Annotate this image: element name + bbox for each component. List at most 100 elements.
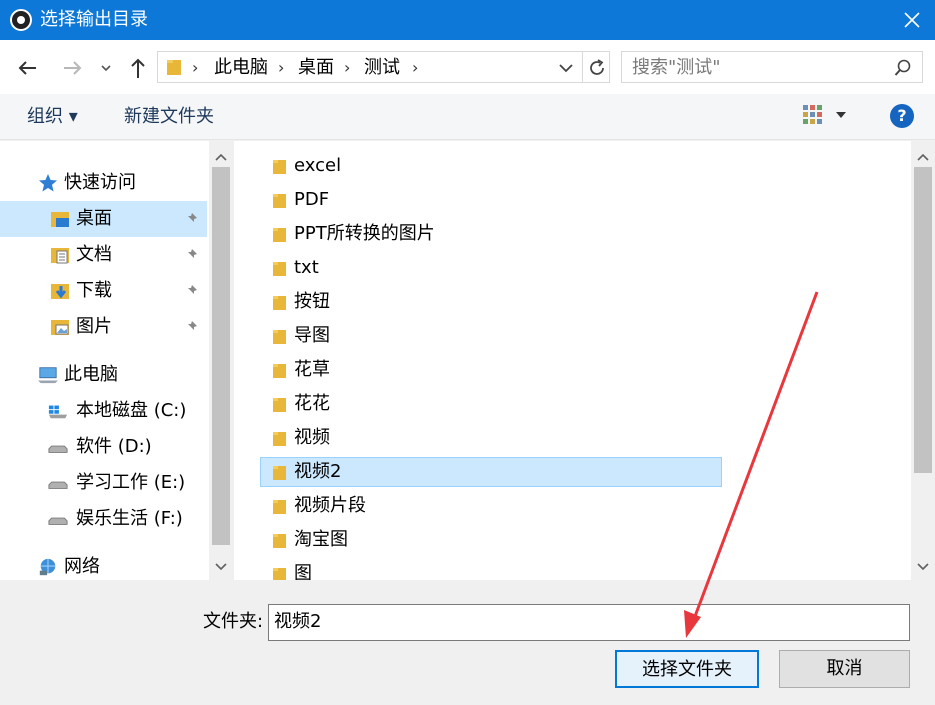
nav-item-downloads[interactable]: 下载 <box>0 273 207 309</box>
address-history-chevron-icon[interactable] <box>556 60 576 76</box>
back-button[interactable] <box>14 54 42 82</box>
breadcrumb-test[interactable]: 测试 <box>364 56 400 80</box>
up-arrow-icon <box>131 58 145 78</box>
network-icon <box>39 558 56 576</box>
nav-scrollbar[interactable] <box>209 141 233 580</box>
up-button[interactable] <box>124 54 152 82</box>
pin-icon[interactable] <box>186 211 202 227</box>
breadcrumb-separator: › <box>412 58 419 77</box>
folder-item-label: 按钮 <box>294 291 330 312</box>
nav-label: 快速访问 <box>64 172 136 193</box>
pin-icon[interactable] <box>186 319 202 335</box>
folder-item[interactable]: 图 <box>260 559 722 580</box>
breadcrumb-this-pc[interactable]: 此电脑 <box>214 56 268 80</box>
folder-item[interactable]: excel <box>260 151 722 181</box>
title-bar: 选择输出目录 <box>0 0 935 40</box>
folder-icon <box>167 60 181 75</box>
address-row: › 此电脑 › 桌面 › 测试 › 搜索"测试" <box>0 40 935 94</box>
nav-item-drive-c[interactable]: 本地磁盘 (C:) <box>0 393 207 429</box>
refresh-icon[interactable] <box>586 57 608 79</box>
search-icon[interactable] <box>894 59 912 77</box>
nav-label: 下载 <box>76 280 112 301</box>
view-dropdown-icon <box>836 112 846 118</box>
view-grid-icon <box>803 105 822 124</box>
close-button[interactable] <box>889 0 935 40</box>
scroll-up-icon[interactable] <box>916 151 930 163</box>
search-input[interactable]: 搜索"测试" <box>621 51 923 83</box>
folder-icon <box>273 432 286 446</box>
help-icon[interactable]: ? <box>890 104 914 128</box>
star-icon <box>39 174 57 192</box>
cancel-button[interactable]: 取消 <box>779 650 910 688</box>
pin-icon[interactable] <box>186 283 202 299</box>
folder-item[interactable]: PDF <box>260 185 722 215</box>
nav-label: 本地磁盘 (C:) <box>76 400 187 421</box>
navigation-pane: 快速访问 桌面 文档 下载 图片 此电脑 本地磁盘 (C:) 软件 (D:) 学… <box>0 141 233 580</box>
forward-button[interactable] <box>58 54 86 82</box>
file-list-scrollbar[interactable] <box>911 141 935 580</box>
folder-item[interactable]: PPT所转换的图片 <box>260 219 722 249</box>
folder-icon <box>273 262 286 276</box>
folder-icon <box>273 466 286 480</box>
folder-icon <box>273 398 286 412</box>
command-toolbar: 组织 ▾ 新建文件夹 <box>0 94 935 140</box>
app-reel-icon <box>10 9 32 31</box>
breadcrumb-desktop[interactable]: 桌面 <box>298 56 334 80</box>
folder-item[interactable]: 花草 <box>260 355 722 385</box>
folder-item[interactable]: 视频 <box>260 423 722 453</box>
folder-icon <box>273 330 286 344</box>
folder-item-label: 导图 <box>294 325 330 346</box>
nav-network[interactable]: 网络 <box>0 549 207 580</box>
nav-item-drive-d[interactable]: 软件 (D:) <box>0 429 207 465</box>
folder-icon <box>273 160 286 174</box>
folder-item[interactable]: 导图 <box>260 321 722 351</box>
downloads-folder-icon <box>51 284 69 299</box>
folder-item[interactable]: 视频2 <box>260 457 722 487</box>
desktop-folder-icon <box>51 212 69 227</box>
scroll-up-icon[interactable] <box>214 151 228 163</box>
breadcrumb-separator: › <box>192 58 199 77</box>
pin-icon[interactable] <box>186 247 202 263</box>
nav-label: 此电脑 <box>64 364 118 385</box>
folder-item-label: PDF <box>294 189 330 210</box>
nav-this-pc[interactable]: 此电脑 <box>0 357 207 393</box>
folder-item-label: 视频2 <box>294 461 342 482</box>
organize-menu[interactable]: 组织 ▾ <box>27 105 78 129</box>
nav-item-documents[interactable]: 文档 <box>0 237 207 273</box>
folder-icon <box>273 364 286 378</box>
file-list-pane: excel PDF PPT所转换的图片 txt 按钮导图花草花花视频视频2 视频片段淘宝图… <box>234 141 935 580</box>
folder-item[interactable]: txt <box>260 253 722 283</box>
folder-item-label: excel <box>294 155 342 176</box>
folder-item[interactable]: 淘宝图 <box>260 525 722 555</box>
folder-icon <box>273 296 286 310</box>
pictures-folder-icon <box>51 320 69 335</box>
folder-item[interactable]: 视频片段 <box>260 491 722 521</box>
computer-icon <box>38 367 58 384</box>
scroll-down-icon[interactable] <box>916 561 930 573</box>
nav-item-pictures[interactable]: 图片 <box>0 309 207 345</box>
nav-quick-access[interactable]: 快速访问 <box>0 165 207 201</box>
address-bar[interactable]: › 此电脑 › 桌面 › 测试 › <box>157 51 610 83</box>
scroll-thumb[interactable] <box>914 167 932 473</box>
recent-locations-dropdown[interactable] <box>96 54 124 82</box>
view-options-button[interactable] <box>802 104 852 130</box>
folder-icon <box>273 534 286 548</box>
folder-item-label: 花花 <box>294 393 330 414</box>
nav-item-desktop[interactable]: 桌面 <box>0 201 207 237</box>
folder-item-label: 视频 <box>294 427 330 448</box>
scroll-down-icon[interactable] <box>214 561 228 573</box>
new-folder-button[interactable]: 新建文件夹 <box>124 105 214 129</box>
drive-icon <box>48 481 68 489</box>
select-folder-button[interactable]: 选择文件夹 <box>615 650 759 688</box>
folder-name-input[interactable]: 视频2 <box>268 604 910 641</box>
chevron-down-icon <box>101 65 111 72</box>
folder-item-label: 花草 <box>294 359 330 380</box>
nav-item-drive-e[interactable]: 学习工作 (E:) <box>0 465 207 501</box>
nav-label: 文档 <box>76 244 112 265</box>
close-icon <box>904 12 920 28</box>
select-output-folder-dialog: 选择输出目录 › 此电脑 › 桌面 › 测试 › 搜索"测试" 组织 ▾ 新建文… <box>0 0 935 705</box>
folder-item[interactable]: 按钮 <box>260 287 722 317</box>
nav-item-drive-f[interactable]: 娱乐生活 (F:) <box>0 501 207 537</box>
scroll-thumb[interactable] <box>212 167 230 545</box>
folder-item[interactable]: 花花 <box>260 389 722 419</box>
